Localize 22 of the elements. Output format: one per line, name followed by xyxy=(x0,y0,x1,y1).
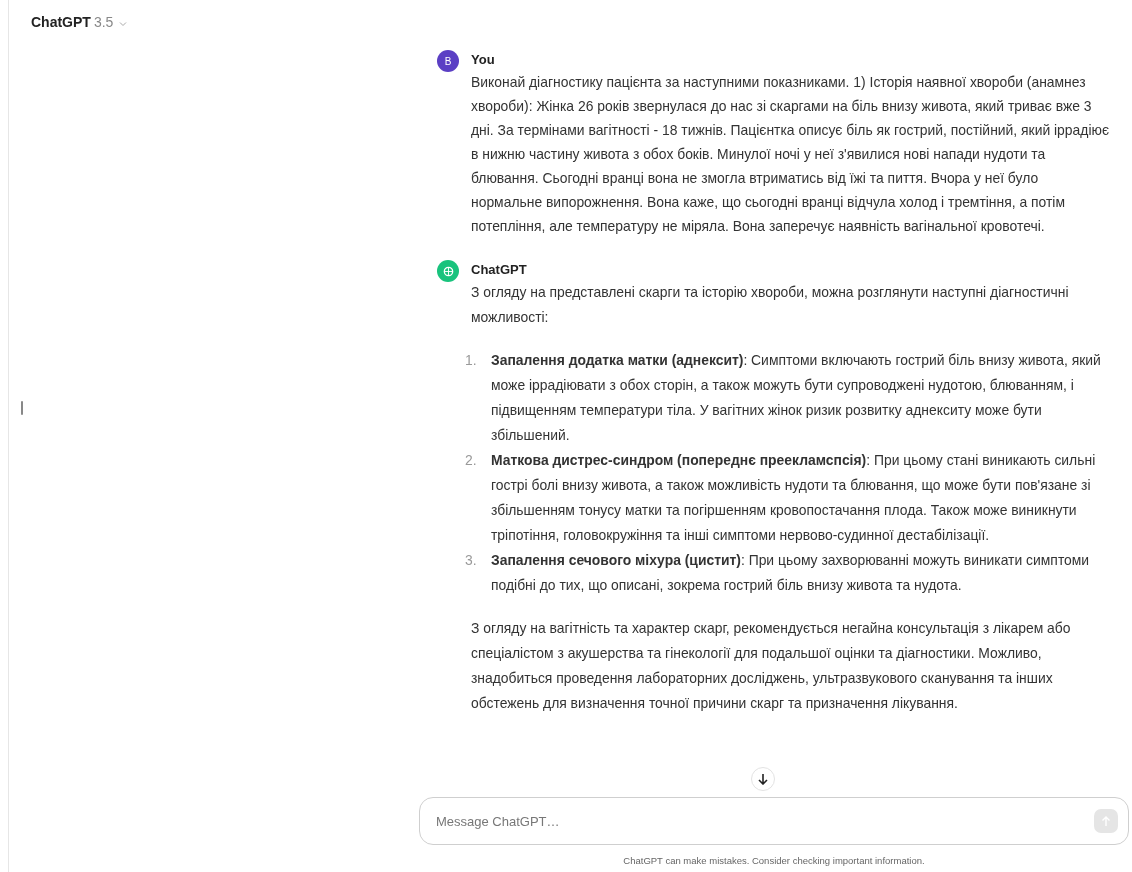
list-item-text: Запалення додатка матки (аднексит): Симптоми включають гострий біль внизу живота, який може іррадіювати з обох сторін, а також можуть бути супроводжені нудотою, блюванням, і підвищенням температури тіла. У вагітних жінок ризик розвитку аднекситу може бути збільшений. xyxy=(491,351,1102,445)
scroll-down-button[interactable] xyxy=(751,767,775,791)
model-selector[interactable]: ChatGPT 3.5 xyxy=(31,10,128,34)
list-item-text: Маткова дистрес-синдром (попереднє преекламспсія): При цьому стані виникають сильні гострі болі внизу живота, а також можливість нудоти та блювання, що може бути пов'язане зі збільшенням тонусу матки та погіршенням кровопостачання плода. Також може виникнути тріпотіння, головокружіння та інші симптоми нервово-судинної дестабілізації. xyxy=(491,451,1097,545)
list-number: 3. xyxy=(465,551,478,570)
message-composer[interactable]: Message ChatGPT… xyxy=(419,797,1129,845)
author-name: You xyxy=(471,51,496,69)
message-field[interactable]: Message ChatGPT… xyxy=(434,812,1094,830)
chevron-down-icon xyxy=(119,21,128,27)
disclaimer-text: ChatGPT can make mistakes. Consider checking important information. xyxy=(622,854,926,868)
message-text: З огляду на представлені скарги та історію хвороби, можна розглянути наступні діагностичні можливості: xyxy=(471,283,1070,327)
message-text: З огляду на вагітність та характер скарг, рекомендується негайна консультація з лікарем або спеціалістом з акушерства та гінекології для подальшої оцінки та діагностики. Можливо, знадобиться проведення лабораторних досліджень, ультразвукового сканування та інших обстежень для визначення точної причини скарг та призначення лікування. xyxy=(471,619,1072,713)
message-text: Виконай діагностику пацієнта за наступними показниками. 1) Історія наявної хвороби (анамнез хвороби): Жінка 26 років звернулася до нас зі скаргами на біль внизу живота, який триває вже 3 дні. За термінами вагітності - 18 тижнів. Пацієнтка описує біль як гострий, постійний, який іррадіює в нижню частину живота з обох боків. Минулої ночі у неї з'явилися нові напади нудоти та блювання. Сьогодні вранці вона не змогла втриматись від їжі та пиття. Вчора у неї було нормальне випорожнення. Вона каже, що сьогодні вранці відчула холод і тремтіння, а потім потепління, але температуру не міряла. Вона заперечує наявність вагінальної кровотечі. xyxy=(471,73,1110,236)
author-name: ChatGPT xyxy=(471,261,528,279)
arrow-up-icon xyxy=(1101,815,1111,827)
list-number: 2. xyxy=(465,451,478,470)
list-number: 1. xyxy=(465,351,478,370)
list-item-text: Запалення сечового міхура (цистит): При цьому захворюванні можуть виникати симптоми подібні до тих, що описані, зокрема гострий біль внизу живота та нудота. xyxy=(491,551,1091,595)
assistant-avatar xyxy=(437,260,459,282)
sidebar-handle[interactable] xyxy=(21,401,23,415)
arrow-down-icon xyxy=(757,773,769,785)
user-avatar: B xyxy=(437,50,459,72)
